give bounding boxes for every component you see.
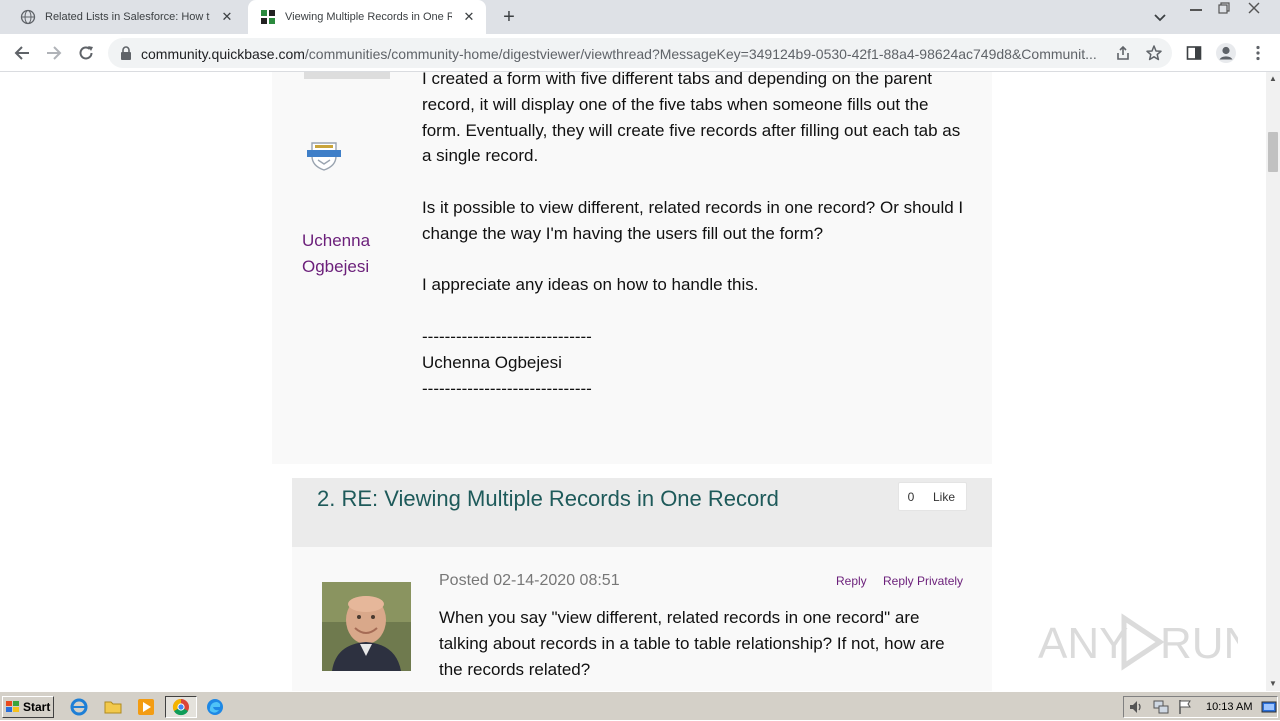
tab-title: Related Lists in Salesforce: How to S [45, 11, 210, 23]
browser-menu-icon[interactable] [1246, 41, 1270, 65]
windows-taskbar: Start 10:13 AM [0, 691, 1280, 720]
signature-divider: ------------------------------ [422, 378, 592, 398]
tab-viewing-multiple-records[interactable]: Viewing Multiple Records in One Rec ✕ [248, 0, 486, 34]
tab-title: Viewing Multiple Records in One Rec [285, 11, 452, 23]
reply-body: When you say "view different, related re… [439, 608, 945, 679]
page-viewport: Uchenna Ogbejesi I created a form with f… [0, 72, 1266, 691]
browser-toolbar: community.quickbase.com/communities/comm… [0, 34, 1280, 72]
watermark-text-any: ANY [1038, 619, 1128, 668]
volume-icon[interactable] [1128, 698, 1146, 716]
close-window-icon[interactable] [1240, 0, 1268, 18]
taskbar-clock: 10:13 AM [1206, 701, 1253, 713]
bookmark-star-icon[interactable] [1145, 44, 1163, 62]
like-count: 0 [907, 489, 915, 504]
system-tray [1123, 696, 1278, 718]
forward-arrow-icon[interactable] [42, 41, 66, 65]
signature-divider: ------------------------------ [422, 326, 592, 346]
back-arrow-icon[interactable] [10, 41, 34, 65]
author-first-name[interactable]: Uchenna [302, 228, 402, 254]
close-tab-icon[interactable]: ✕ [460, 8, 478, 26]
address-bar[interactable]: community.quickbase.com/communities/comm… [108, 38, 1172, 68]
new-tab-button[interactable]: + [498, 6, 520, 28]
profile-avatar-icon[interactable] [1214, 41, 1238, 65]
globe-favicon-icon [20, 9, 36, 25]
restore-window-icon[interactable] [1210, 0, 1238, 18]
url-path: /communities/community-home/digestviewer… [304, 46, 1097, 62]
anyrun-watermark: ANY RUN [1038, 610, 1255, 674]
post-paragraph: Is it possible to view different, relate… [422, 197, 964, 243]
start-label: Start [23, 700, 51, 714]
action-center-flag-icon[interactable] [1176, 698, 1194, 716]
reply-header: 2. RE: Viewing Multiple Records in One R… [292, 478, 992, 547]
post-paragraph: I appreciate any ideas on how to handle … [422, 275, 759, 295]
minimize-window-icon[interactable] [1182, 0, 1210, 18]
original-post-body: I created a form with five different tab… [422, 72, 967, 401]
browser-tab-strip: Related Lists in Salesforce: How to S ✕ … [0, 0, 1280, 34]
reply-post-card: Posted 02-14-2020 08:51 Reply Reply Priv… [292, 547, 992, 691]
post-paragraph: I created a form with five different tab… [422, 72, 961, 166]
internet-explorer-icon[interactable] [70, 698, 88, 716]
tab-search-chevron-icon[interactable] [1150, 8, 1170, 28]
reply-title[interactable]: 2. RE: Viewing Multiple Records in One R… [317, 486, 787, 511]
scrollbar-thumb[interactable] [1268, 132, 1278, 172]
side-panel-icon[interactable] [1182, 41, 1206, 65]
quickbase-favicon-icon [260, 9, 276, 25]
posted-timestamp: Posted 02-14-2020 08:51 [439, 572, 620, 589]
edge-icon[interactable] [206, 698, 224, 716]
lock-icon [120, 46, 132, 65]
signature-name: Uchenna Ogbejesi [422, 352, 562, 372]
reply-link[interactable]: Reply [836, 574, 867, 588]
start-button[interactable]: Start [2, 696, 54, 718]
tab-related-lists[interactable]: Related Lists in Salesforce: How to S ✕ [8, 0, 244, 34]
media-player-icon[interactable] [137, 698, 155, 716]
author-avatar[interactable] [304, 72, 390, 79]
chrome-icon[interactable] [172, 698, 190, 716]
show-desktop-icon[interactable] [1260, 698, 1278, 716]
windows-logo-icon [5, 700, 21, 714]
page-scrollbar[interactable]: ▲ ▼ [1266, 72, 1280, 691]
close-tab-icon[interactable]: ✕ [218, 8, 236, 26]
author-last-name[interactable]: Ogbejesi [302, 254, 402, 280]
reload-icon[interactable] [74, 41, 98, 65]
like-button[interactable]: 0 Like [898, 482, 967, 511]
silver-member-badge-icon [306, 140, 342, 172]
scroll-down-arrow-icon[interactable]: ▼ [1266, 677, 1280, 691]
network-icon[interactable] [1152, 698, 1170, 716]
like-label: Like [933, 489, 956, 504]
author-link[interactable]: Uchenna Ogbejesi [302, 228, 402, 280]
reply-privately-link[interactable]: Reply Privately [883, 574, 963, 588]
scroll-up-arrow-icon[interactable]: ▲ [1266, 72, 1280, 86]
watermark-text-run: RUN [1160, 619, 1238, 668]
url-host: community.quickbase.com [141, 46, 305, 62]
reply-author-avatar[interactable] [322, 582, 411, 671]
share-icon[interactable] [1114, 44, 1132, 62]
url-text: community.quickbase.com/communities/comm… [141, 46, 1101, 62]
file-explorer-folder-icon[interactable] [104, 698, 122, 716]
